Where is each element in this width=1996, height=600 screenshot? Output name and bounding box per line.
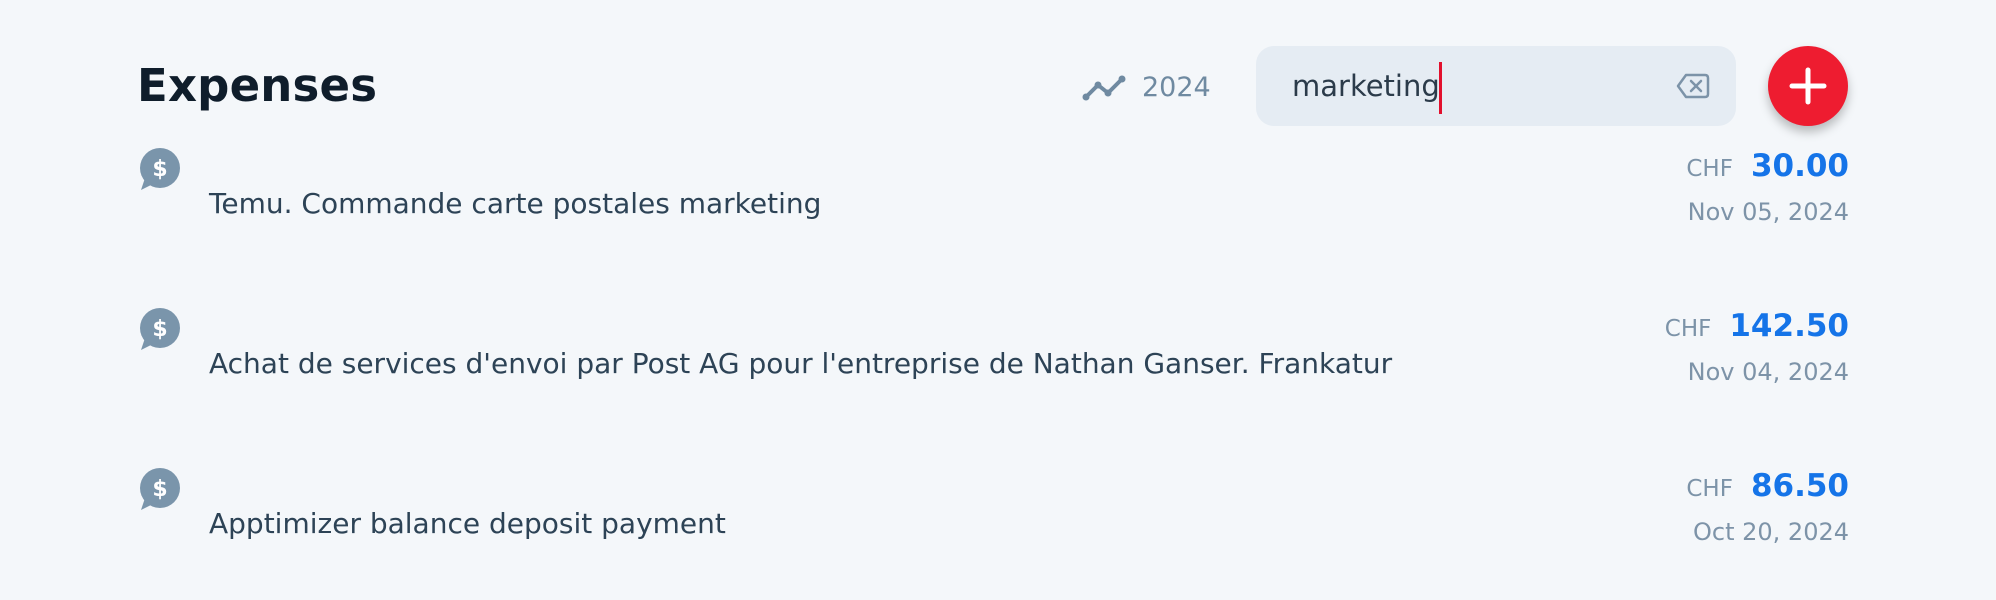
expense-row[interactable]: $ Temu. Commande carte postales marketin… [137,148,1849,268]
expense-row[interactable]: $ Apptimizer balance deposit payment CHF… [137,468,1849,588]
expense-amount: CHF 142.50 [1665,308,1849,344]
expense-description: Achat de services d'envoi par Post AG po… [209,347,1393,380]
svg-text:$: $ [152,317,167,342]
expense-amount: CHF 86.50 [1686,468,1849,504]
expense-date: Oct 20, 2024 [1693,518,1849,546]
expense-date: Nov 05, 2024 [1687,198,1849,226]
expense-amount: CHF 30.00 [1686,148,1849,184]
expense-currency: CHF [1686,156,1733,182]
svg-text:$: $ [152,477,167,502]
expense-currency: CHF [1664,316,1712,342]
expense-value: 142.50 [1729,308,1849,344]
expense-value: 30.00 [1750,148,1849,184]
expense-currency: CHF [1686,476,1733,502]
expense-list: $ Temu. Commande carte postales marketin… [0,0,1996,600]
expense-description: Temu. Commande carte postales marketing [209,187,822,220]
expense-row[interactable]: $ Achat de services d'envoi par Post AG … [137,308,1849,428]
svg-text:$: $ [152,157,167,182]
expense-description: Apptimizer balance deposit payment [209,507,726,540]
dollar-chat-icon: $ [140,148,180,190]
dollar-chat-icon: $ [140,308,180,350]
expense-value: 86.50 [1750,468,1849,504]
expense-date: Nov 04, 2024 [1687,358,1849,386]
dollar-chat-icon: $ [140,468,180,510]
